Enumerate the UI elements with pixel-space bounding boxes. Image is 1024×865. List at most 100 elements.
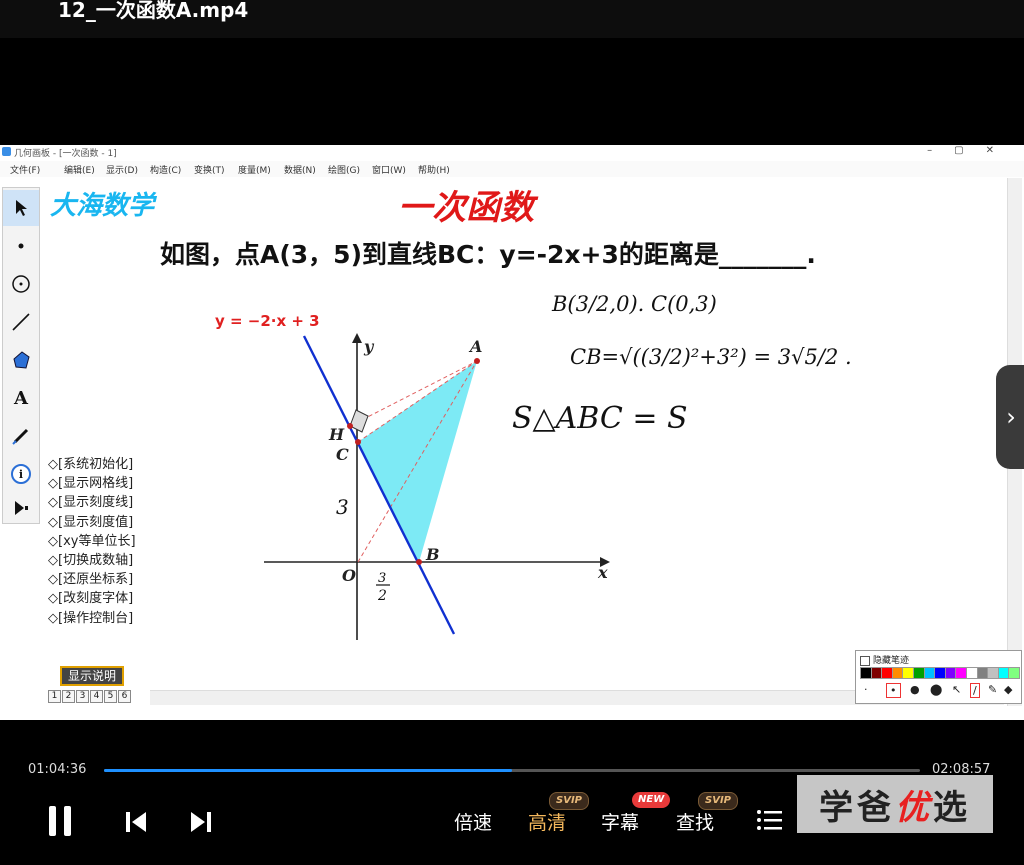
show-description-button[interactable]: 显示说明	[60, 666, 124, 686]
info-tool[interactable]: i	[3, 456, 39, 492]
app-titlebar: 几何画板 - [一次函数 - 1] –▢✕	[0, 145, 1024, 160]
color-swatch[interactable]	[1008, 667, 1021, 679]
cmd-show-ticks[interactable]: ◇[显示刻度线]	[48, 493, 136, 512]
watermark-text-2: 优	[895, 787, 933, 828]
cmd-show-grid[interactable]: ◇[显示网格线]	[48, 474, 136, 493]
hand-frac-den: 2	[377, 588, 387, 604]
quality-option[interactable]: 高清	[528, 808, 566, 835]
menu-bar: 文件(F) 编辑(E) 显示(D) 构造(C) 变换(T) 度量(M) 数据(N…	[0, 161, 1024, 177]
hide-ink-label: 隐藏笔迹	[873, 656, 910, 666]
point-a[interactable]	[474, 358, 480, 364]
menu-construct[interactable]: 构造(C)	[150, 163, 181, 176]
custom-tool[interactable]	[3, 490, 39, 526]
cmd-equal-units[interactable]: ◇[xy等单位长]	[48, 532, 136, 551]
x-axis-label: x	[597, 563, 608, 582]
y-axis-label: y	[363, 337, 375, 356]
cursor-icon[interactable]: ↖	[952, 683, 961, 696]
polygon-icon	[13, 351, 30, 369]
app-title: 几何画板 - [一次函数 - 1]	[14, 149, 117, 159]
circle-icon	[12, 275, 30, 293]
hand-frac-num: 3	[378, 571, 386, 586]
menu-help[interactable]: 帮助(H)	[418, 163, 450, 176]
info-icon: i	[11, 464, 31, 484]
cmd-console[interactable]: ◇[操作控制台]	[48, 609, 136, 628]
cmd-reset-coordinates[interactable]: ◇[还原坐标系]	[48, 570, 136, 589]
player-controls: 01:04:36 02:08:57 倍速 高清 SVIP 字幕 NEW 查找 S…	[0, 720, 1024, 865]
polygon-tool[interactable]	[3, 342, 39, 378]
line-tool[interactable]	[3, 304, 39, 340]
text-tool[interactable]: A	[3, 380, 39, 416]
player-title-bar: 12_一次函数A.mp4	[0, 0, 1024, 38]
pen-icon[interactable]: /	[970, 683, 980, 698]
svg-text:i: i	[19, 468, 23, 481]
page-tab-5[interactable]: 5	[104, 690, 117, 703]
page-tabs: 123456	[48, 690, 132, 703]
eraser-icon[interactable]: ◆	[1004, 683, 1012, 696]
watermark-text-1: 学爸	[819, 787, 895, 828]
hand-label-3: 3	[336, 495, 349, 519]
subtitle-new-badge: NEW	[632, 792, 671, 808]
page-tab-3[interactable]: 3	[76, 690, 89, 703]
video-title: 12_一次函数A.mp4	[58, 0, 249, 22]
menu-file[interactable]: 文件(F)	[10, 163, 40, 176]
letterbox-top	[0, 38, 1024, 145]
arrow-icon	[16, 200, 27, 216]
pause-button[interactable]	[46, 804, 74, 842]
watermark-text-3: 选	[933, 787, 971, 828]
menu-measure[interactable]: 度量(M)	[238, 163, 271, 176]
play-icon	[15, 501, 28, 515]
quality-svip-badge: SVIP	[549, 792, 589, 810]
skip-forward-icon	[191, 812, 211, 832]
page-tab-6[interactable]: 6	[118, 690, 131, 703]
point-c[interactable]	[355, 439, 361, 445]
cmd-toggle-number-line[interactable]: ◇[切换成数轴]	[48, 551, 136, 570]
current-time: 01:04:36	[28, 762, 87, 777]
app-logo-icon	[2, 147, 11, 156]
cmd-show-tick-values[interactable]: ◇[显示刻度值]	[48, 513, 136, 532]
cmd-tick-font[interactable]: ◇[改刻度字体]	[48, 589, 136, 608]
point-icon	[18, 243, 24, 249]
dot-xlarge-icon[interactable]: ⬤	[930, 683, 942, 696]
page-tab-2[interactable]: 2	[62, 690, 75, 703]
menu-data[interactable]: 数据(N)	[284, 163, 316, 176]
playlist-button[interactable]	[756, 808, 784, 836]
pen-tools: · • ● ⬤ ↖ / ✎ ◆	[860, 683, 1020, 699]
drawing-canvas[interactable]: 大海数学 一次函数 如图，点A(3，5)到直线BC：y=-2x+3的距离是___…	[42, 178, 1004, 706]
previous-button[interactable]	[124, 810, 150, 838]
origin-label: O	[342, 566, 356, 585]
geometry-app-window: 几何画板 - [一次函数 - 1] –▢✕ 文件(F) 编辑(E) 显示(D) …	[0, 145, 1024, 720]
hide-ink-toggle[interactable]: 隐藏笔迹	[860, 653, 909, 666]
window-buttons: –▢✕	[927, 145, 1016, 156]
menu-transform[interactable]: 变换(T)	[194, 163, 225, 176]
menu-graph[interactable]: 绘图(G)	[328, 163, 360, 176]
cmd-system-init[interactable]: ◇[系统初始化]	[48, 455, 136, 474]
dot-small-icon[interactable]: ·	[864, 683, 868, 696]
progress-bar[interactable]	[104, 769, 920, 772]
marker-icon[interactable]: ✎	[988, 683, 997, 696]
subtitle-option[interactable]: 字幕	[601, 808, 639, 835]
select-arrow-tool[interactable]	[3, 190, 39, 226]
coordinate-figure: y = −2·x + 3 y x O A B C H 3 3 2 B(3/2,0…	[215, 292, 852, 640]
page-tab-4[interactable]: 4	[90, 690, 103, 703]
point-b[interactable]	[416, 559, 422, 565]
compass-tool[interactable]	[3, 266, 39, 302]
next-button[interactable]	[188, 810, 214, 838]
speed-option[interactable]: 倍速	[454, 808, 492, 835]
handwriting-line-1: B(3/2,0). C(0,3)	[551, 292, 717, 316]
search-option[interactable]: 查找	[676, 808, 714, 835]
checkbox-icon	[860, 655, 870, 666]
point-tool[interactable]	[3, 228, 39, 264]
point-h[interactable]	[347, 423, 353, 429]
menu-display[interactable]: 显示(D)	[106, 163, 138, 176]
next-video-button[interactable]: ›	[996, 365, 1024, 469]
menu-window[interactable]: 窗口(W)	[372, 163, 406, 176]
dot-medium-icon[interactable]: •	[886, 683, 901, 698]
command-list: ◇[系统初始化] ◇[显示网格线] ◇[显示刻度线] ◇[显示刻度值] ◇[xy…	[48, 455, 136, 628]
menu-edit[interactable]: 编辑(E)	[64, 163, 95, 176]
page-tab-1[interactable]: 1	[48, 690, 61, 703]
skip-back-icon	[126, 812, 146, 832]
chevron-right-icon: ›	[1006, 403, 1016, 431]
point-b-label: B	[425, 545, 440, 564]
dot-large-icon[interactable]: ●	[910, 683, 920, 696]
marker-tool[interactable]	[3, 418, 39, 454]
